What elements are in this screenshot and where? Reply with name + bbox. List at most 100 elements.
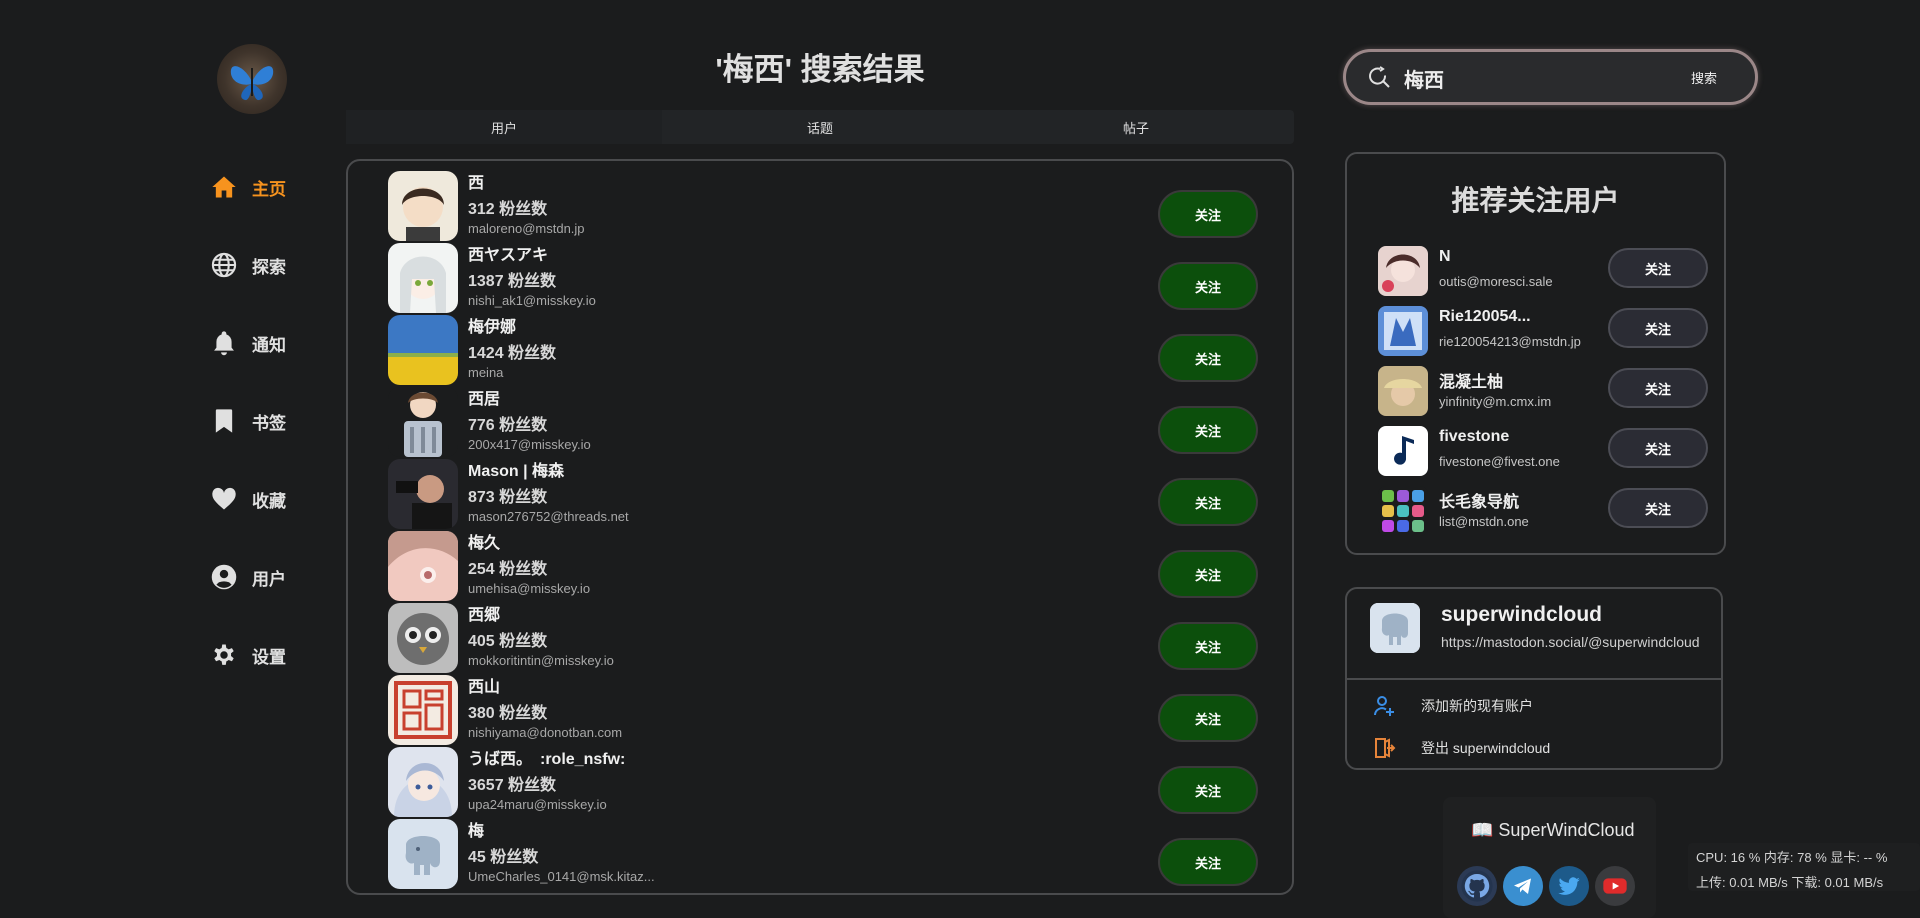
- avatar[interactable]: [388, 747, 458, 817]
- follow-button[interactable]: 关注: [1158, 694, 1258, 742]
- list-item[interactable]: 西郷 405 粉丝数 mokkoritintin@misskey.io 关注: [388, 601, 1258, 673]
- list-item[interactable]: Rie120054... rie120054213@mstdn.jp 关注: [1378, 306, 1708, 358]
- telegram-icon[interactable]: [1503, 866, 1543, 906]
- avatar[interactable]: [388, 315, 458, 385]
- avatar[interactable]: [388, 171, 458, 241]
- heart-icon: [208, 483, 240, 515]
- follow-button[interactable]: 关注: [1608, 308, 1708, 348]
- list-item[interactable]: 西居 776 粉丝数 200x417@misskey.io 关注: [388, 385, 1258, 457]
- tab-hashtags[interactable]: 话题: [662, 110, 978, 144]
- tab-posts[interactable]: 帖子: [978, 110, 1294, 144]
- avatar[interactable]: [388, 459, 458, 529]
- avatar[interactable]: [388, 675, 458, 745]
- list-item[interactable]: N outis@moresci.sale 关注: [1378, 246, 1708, 298]
- sidebar-item-notifications[interactable]: 通知: [208, 304, 348, 382]
- avatar[interactable]: [388, 387, 458, 457]
- sidebar-item-settings[interactable]: 设置: [208, 616, 348, 694]
- avatar[interactable]: [388, 819, 458, 889]
- user-display-name: fivestone: [1439, 428, 1510, 445]
- list-item[interactable]: 梅 45 粉丝数 UmeCharles_0141@msk.kitaz... 关注: [388, 817, 1258, 889]
- user-account: outis@moresci.sale: [1439, 274, 1553, 289]
- follow-button[interactable]: 关注: [1608, 488, 1708, 528]
- follow-button[interactable]: 关注: [1158, 838, 1258, 886]
- sidebar-item-users[interactable]: 用户: [208, 538, 348, 616]
- youtube-icon[interactable]: [1595, 866, 1635, 906]
- add-account-button[interactable]: 添加新的现有账户: [1367, 690, 1533, 722]
- follow-button[interactable]: 关注: [1158, 622, 1258, 670]
- sidebar-item-label: 探索: [252, 257, 286, 277]
- github-icon[interactable]: [1457, 866, 1497, 906]
- search-button[interactable]: 搜索: [1691, 68, 1717, 87]
- sidebar-item-bookmarks[interactable]: 书签: [208, 382, 348, 460]
- follower-count: 1424 粉丝数: [468, 345, 557, 362]
- follow-button[interactable]: 关注: [1158, 478, 1258, 526]
- list-item[interactable]: 梅久 254 粉丝数 umehisa@misskey.io 关注: [388, 529, 1258, 601]
- user-account: meina: [468, 365, 504, 380]
- follower-count: 380 粉丝数: [468, 705, 548, 722]
- sidebar-item-label: 书签: [252, 413, 286, 433]
- avatar[interactable]: [388, 243, 458, 313]
- follow-button[interactable]: 关注: [1608, 428, 1708, 468]
- user-account: yinfinity@m.cmx.im: [1439, 394, 1552, 409]
- follow-button[interactable]: 关注: [1158, 262, 1258, 310]
- home-icon: [208, 171, 240, 203]
- account-url[interactable]: https://mastodon.social/@superwindcloud: [1441, 634, 1700, 650]
- sidebar-item-home[interactable]: 主页: [208, 148, 348, 226]
- user-account: upa24maru@misskey.io: [468, 797, 607, 812]
- footer-brand[interactable]: 📖 SuperWindCloud: [1471, 820, 1635, 841]
- twitter-icon[interactable]: [1549, 866, 1589, 906]
- follower-count: 3657 粉丝数: [468, 777, 557, 794]
- list-item[interactable]: 西山 380 粉丝数 nishiyama@donotban.com 关注: [388, 673, 1258, 745]
- user-account: nishi_ak1@misskey.io: [468, 293, 596, 308]
- user-account: mason276752@threads.net: [468, 509, 629, 524]
- follow-button[interactable]: 关注: [1608, 248, 1708, 288]
- follow-button[interactable]: 关注: [1608, 368, 1708, 408]
- follow-button[interactable]: 关注: [1158, 406, 1258, 454]
- user-display-name: 长毛象导航: [1439, 494, 1520, 511]
- follow-button[interactable]: 关注: [1158, 766, 1258, 814]
- list-item[interactable]: 混凝土柚 yinfinity@m.cmx.im 关注: [1378, 366, 1708, 418]
- system-monitor: CPU: 16 % 内存: 78 % 显卡: -- % 上传: 0.01 MB/…: [1688, 843, 1920, 891]
- search-input[interactable]: 梅西: [1404, 64, 1444, 93]
- avatar[interactable]: [1378, 246, 1428, 296]
- user-account: list@mstdn.one: [1439, 514, 1529, 529]
- list-item[interactable]: Mason | 梅森 873 粉丝数 mason276752@threads.n…: [388, 457, 1258, 529]
- user-display-name: 西山: [468, 679, 501, 696]
- avatar[interactable]: [1370, 603, 1420, 653]
- user-account: fivestone@fivest.one: [1439, 454, 1560, 469]
- follow-button[interactable]: 关注: [1158, 334, 1258, 382]
- sidebar-item-label: 主页: [252, 179, 286, 199]
- avatar[interactable]: [1378, 486, 1428, 536]
- avatar[interactable]: [388, 531, 458, 601]
- bookmark-icon: [208, 405, 240, 437]
- sidebar-item-label: 通知: [252, 335, 286, 355]
- sidebar-item-favourites[interactable]: 收藏: [208, 460, 348, 538]
- page-title: '梅西' 搜索结果: [715, 52, 925, 87]
- list-item[interactable]: 西ヤスアキ 1387 粉丝数 nishi_ak1@misskey.io 关注: [388, 241, 1258, 313]
- user-display-name: 梅伊娜: [468, 319, 517, 336]
- follow-button[interactable]: 关注: [1158, 550, 1258, 598]
- user-account: rie120054213@mstdn.jp: [1439, 334, 1581, 349]
- user-display-name: Mason | 梅森: [468, 463, 565, 480]
- divider: [1347, 678, 1721, 680]
- list-item[interactable]: 长毛象导航 list@mstdn.one 关注: [1378, 486, 1708, 538]
- list-item[interactable]: 梅伊娜 1424 粉丝数 meina 关注: [388, 313, 1258, 385]
- tab-users[interactable]: 用户: [346, 110, 662, 144]
- avatar[interactable]: [1378, 366, 1428, 416]
- follow-button[interactable]: 关注: [1158, 190, 1258, 238]
- app-logo[interactable]: [217, 44, 287, 114]
- avatar[interactable]: [388, 603, 458, 673]
- list-item[interactable]: 西 312 粉丝数 maloreno@mstdn.jp 关注: [388, 169, 1258, 241]
- list-item[interactable]: fivestone fivestone@fivest.one 关注: [1378, 426, 1708, 478]
- social-links: [1457, 866, 1635, 906]
- search-box[interactable]: 梅西 搜索: [1343, 49, 1758, 105]
- sidebar-item-explore[interactable]: 探索: [208, 226, 348, 304]
- list-item[interactable]: うば西。 :role_nsfw: 3657 粉丝数 upa24maru@miss…: [388, 745, 1258, 817]
- user-display-name: 混凝土柚: [1439, 374, 1504, 391]
- gear-icon: [208, 639, 240, 671]
- add-user-icon: [1367, 690, 1401, 722]
- follower-count: 873 粉丝数: [468, 489, 548, 506]
- avatar[interactable]: [1378, 426, 1428, 476]
- avatar[interactable]: [1378, 306, 1428, 356]
- logout-button[interactable]: 登出 superwindcloud: [1367, 732, 1550, 764]
